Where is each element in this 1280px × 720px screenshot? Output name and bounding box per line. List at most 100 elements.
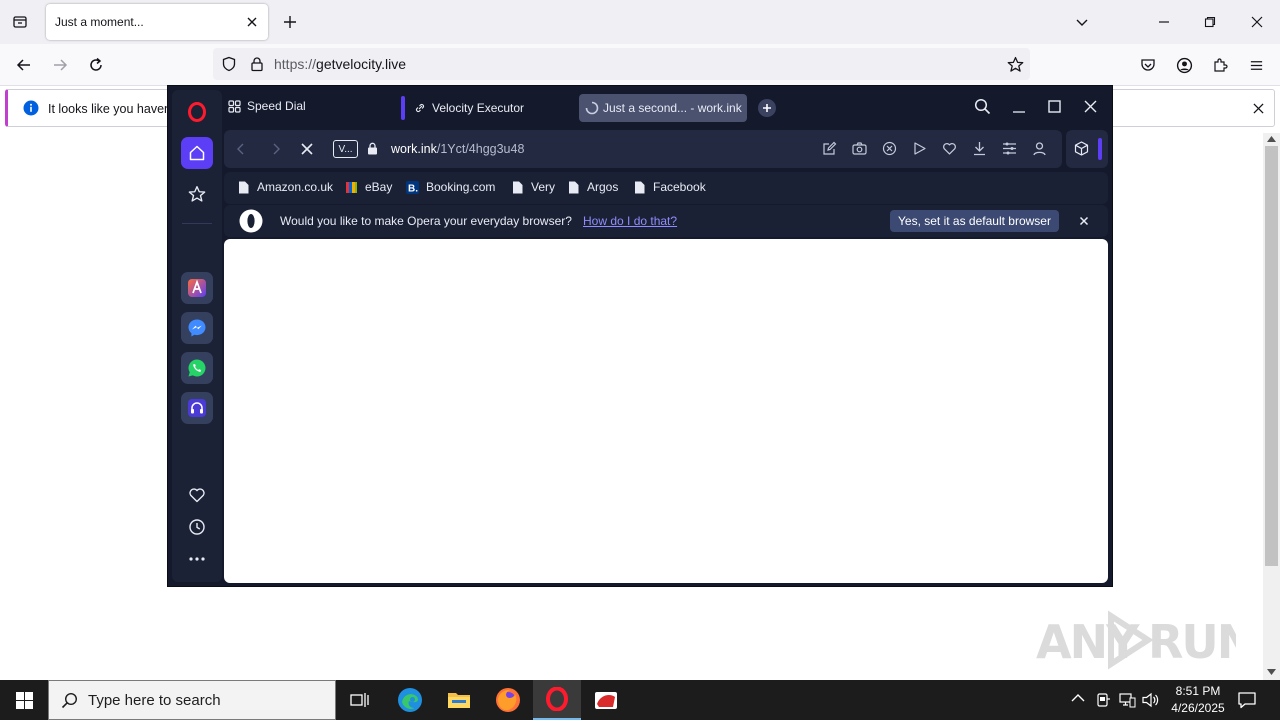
account-icon[interactable] bbox=[1172, 53, 1196, 77]
aria-ai-icon[interactable] bbox=[181, 272, 213, 304]
app-menu-icon[interactable] bbox=[1244, 53, 1268, 77]
close-tab-icon[interactable] bbox=[240, 10, 264, 34]
firefox-tab-bar: Just a moment... bbox=[0, 0, 1280, 44]
bookmark-label: Very bbox=[531, 180, 556, 194]
bookmark-item[interactable]: Amazon.co.uk bbox=[238, 180, 333, 194]
tray-chevron-up-icon[interactable] bbox=[1071, 693, 1085, 703]
opera-sidebar bbox=[172, 90, 222, 582]
firefox-icon[interactable] bbox=[484, 680, 532, 720]
edit-page-icon[interactable] bbox=[822, 141, 837, 156]
tab-active-work-ink[interactable]: Just a second... - work.ink bbox=[579, 94, 747, 122]
taskbar-search-box[interactable]: Type here to search bbox=[48, 680, 336, 720]
url-protocol: https:// bbox=[274, 56, 317, 72]
bookmark-heart-icon[interactable] bbox=[942, 141, 957, 156]
adblock-shield-icon[interactable] bbox=[882, 141, 897, 156]
messenger-icon[interactable] bbox=[181, 312, 213, 344]
tracking-shield-icon[interactable] bbox=[217, 52, 241, 76]
opera-tab-strip: Speed Dial Velocity Executor Just a seco… bbox=[226, 86, 1112, 128]
network-icon[interactable] bbox=[1118, 692, 1136, 708]
bookmark-item[interactable]: B. Booking.com bbox=[406, 180, 495, 194]
favorites-heart-icon[interactable] bbox=[181, 479, 213, 511]
more-dots-icon[interactable] bbox=[181, 543, 213, 575]
scroll-up-icon[interactable] bbox=[1267, 136, 1276, 142]
info-icon bbox=[23, 100, 39, 116]
home-icon[interactable] bbox=[181, 137, 213, 169]
opera-taskbar-icon[interactable] bbox=[533, 680, 581, 720]
speed-dial-label: Speed Dial bbox=[247, 99, 306, 113]
tab-search-icon[interactable] bbox=[974, 98, 991, 115]
tray-device-icon[interactable] bbox=[1095, 692, 1111, 708]
downloads-icon[interactable] bbox=[972, 141, 987, 156]
page-scrollbar[interactable] bbox=[1263, 133, 1280, 680]
speed-dial-tab[interactable]: Speed Dial bbox=[228, 99, 306, 113]
new-tab-icon[interactable] bbox=[278, 10, 302, 34]
banner-help-link[interactable]: How do I do that? bbox=[583, 214, 677, 228]
stop-loading-icon[interactable] bbox=[301, 143, 313, 155]
volume-icon[interactable] bbox=[1142, 692, 1160, 708]
whatsapp-icon[interactable] bbox=[181, 352, 213, 384]
op-forward-icon[interactable] bbox=[273, 143, 281, 155]
pocket-icon[interactable] bbox=[1136, 53, 1160, 77]
page-icon bbox=[239, 181, 249, 193]
music-player-icon[interactable] bbox=[181, 392, 213, 424]
easy-setup-icon[interactable] bbox=[1002, 141, 1017, 156]
scroll-down-icon[interactable] bbox=[1267, 669, 1276, 675]
windows-start-icon[interactable] bbox=[0, 680, 48, 720]
reload-icon[interactable] bbox=[84, 53, 108, 77]
bookmark-item[interactable]: Argos bbox=[568, 180, 618, 194]
url-bar[interactable]: https://getvelocity.live bbox=[213, 48, 1030, 80]
opera-minimize-icon[interactable] bbox=[1012, 98, 1026, 114]
tab-title: Just a moment... bbox=[55, 15, 144, 29]
url-text: https://getvelocity.live bbox=[274, 56, 406, 72]
profile-icon[interactable] bbox=[1032, 141, 1047, 156]
set-default-button[interactable]: Yes, set it as default browser bbox=[890, 210, 1059, 232]
extensions-cube-icon[interactable] bbox=[1074, 141, 1089, 156]
minimize-icon[interactable] bbox=[1152, 10, 1176, 34]
flow-send-icon[interactable] bbox=[913, 141, 927, 156]
search-placeholder: Type here to search bbox=[88, 692, 221, 709]
restore-icon[interactable] bbox=[1198, 10, 1222, 34]
pinboard-star-icon[interactable] bbox=[181, 178, 213, 210]
site-badge[interactable]: V... bbox=[333, 140, 358, 158]
tab-list-icon[interactable] bbox=[8, 10, 32, 34]
opera-close-icon[interactable] bbox=[1084, 100, 1097, 113]
edge-icon[interactable] bbox=[386, 680, 434, 720]
snapshot-camera-icon[interactable] bbox=[852, 141, 867, 156]
task-view-icon[interactable] bbox=[336, 680, 384, 720]
back-arrow-icon[interactable] bbox=[12, 53, 36, 77]
bookmark-star-icon[interactable] bbox=[1003, 52, 1027, 76]
op-back-icon[interactable] bbox=[236, 143, 244, 155]
anyrun-app-icon[interactable] bbox=[582, 680, 630, 720]
extensions-puzzle-icon[interactable] bbox=[1208, 53, 1232, 77]
file-explorer-icon[interactable] bbox=[435, 680, 483, 720]
svg-text:B.: B. bbox=[408, 183, 418, 194]
clock-time[interactable]: 8:51 PM bbox=[1168, 684, 1228, 698]
op-lock-icon[interactable] bbox=[367, 142, 378, 155]
bookmark-item[interactable]: Facebook bbox=[634, 180, 706, 194]
banner-question: Would you like to make Opera your everyd… bbox=[280, 214, 572, 228]
opera-maximize-icon[interactable] bbox=[1048, 100, 1061, 113]
opera-logo-icon[interactable] bbox=[181, 96, 213, 128]
new-tab-plus-icon[interactable] bbox=[758, 99, 776, 117]
booking-icon: B. bbox=[406, 180, 419, 194]
history-clock-icon[interactable] bbox=[181, 511, 213, 543]
bookmark-label: eBay bbox=[365, 180, 393, 194]
tab-velocity-executor[interactable]: Velocity Executor bbox=[414, 94, 574, 122]
notification-close-icon[interactable] bbox=[1246, 96, 1270, 120]
chevron-down-icon[interactable] bbox=[1070, 10, 1094, 34]
notification-center-icon[interactable] bbox=[1237, 691, 1257, 709]
tab-label: Just a second... - work.ink bbox=[603, 101, 742, 115]
default-browser-banner: Would you like to make Opera your everyd… bbox=[224, 205, 1108, 237]
close-window-icon[interactable] bbox=[1245, 10, 1269, 34]
op-url-host: work.ink bbox=[391, 142, 437, 156]
op-url[interactable]: work.ink/1Yct/4hgg3u48 bbox=[391, 142, 524, 156]
bookmark-item[interactable]: Very bbox=[512, 180, 555, 194]
banner-close-icon[interactable] bbox=[1079, 216, 1089, 226]
scrollbar-thumb[interactable] bbox=[1265, 146, 1278, 566]
forward-arrow-icon[interactable] bbox=[48, 53, 72, 77]
firefox-active-tab[interactable]: Just a moment... bbox=[46, 4, 268, 40]
clock-date[interactable]: 4/26/2025 bbox=[1166, 701, 1230, 715]
bookmark-item[interactable]: eBay bbox=[346, 180, 392, 194]
opera-o-logo-icon bbox=[239, 209, 263, 233]
lock-icon[interactable] bbox=[245, 52, 269, 76]
